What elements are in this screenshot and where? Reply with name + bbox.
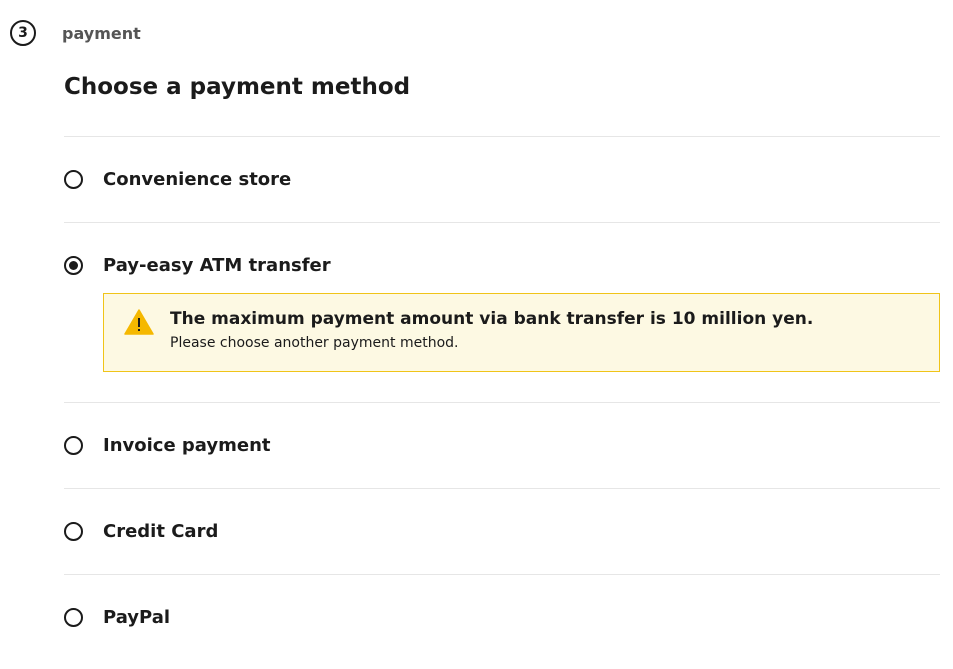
payment-option-credit-card: Credit Card	[64, 488, 940, 574]
alert-text: The maximum payment amount via bank tran…	[170, 308, 813, 352]
payment-option-invoice: Invoice payment	[64, 402, 940, 488]
alert-title: The maximum payment amount via bank tran…	[170, 309, 814, 329]
step-label: payment	[62, 23, 141, 43]
warning-icon	[124, 309, 154, 335]
radio-button-checked[interactable]	[64, 256, 83, 275]
payment-option-label[interactable]: PayPal	[103, 607, 170, 628]
alert-body: Please choose another payment method.	[170, 335, 459, 351]
radio-button-unchecked[interactable]	[64, 522, 83, 541]
payment-method-radio-group: Convenience store Pay-easy ATM transfer …	[64, 136, 940, 660]
payment-option-row[interactable]: PayPal	[64, 575, 940, 660]
radio-button-unchecked[interactable]	[64, 436, 83, 455]
radio-button-unchecked[interactable]	[64, 608, 83, 627]
radio-button-unchecked[interactable]	[64, 170, 83, 189]
radio-selected-dot	[69, 261, 78, 270]
payment-option-row[interactable]: Convenience store	[64, 137, 940, 222]
payment-option-row[interactable]: Invoice payment	[64, 403, 940, 488]
payment-option-label[interactable]: Invoice payment	[103, 435, 271, 456]
payment-option-paypal: PayPal	[64, 574, 940, 660]
section-title: Choose a payment method	[64, 74, 411, 100]
step-header: 3 payment	[10, 20, 141, 46]
step-number-badge: 3	[10, 20, 36, 46]
payment-option-convenience-store: Convenience store	[64, 136, 940, 222]
payment-option-pay-easy: Pay-easy ATM transfer The maximum paymen…	[64, 222, 940, 372]
payment-option-label[interactable]: Convenience store	[103, 169, 291, 190]
payment-option-label[interactable]: Credit Card	[103, 521, 218, 542]
payment-option-label[interactable]: Pay-easy ATM transfer	[103, 255, 331, 276]
payment-option-row[interactable]: Credit Card	[64, 489, 940, 574]
warning-alert: The maximum payment amount via bank tran…	[103, 293, 940, 372]
